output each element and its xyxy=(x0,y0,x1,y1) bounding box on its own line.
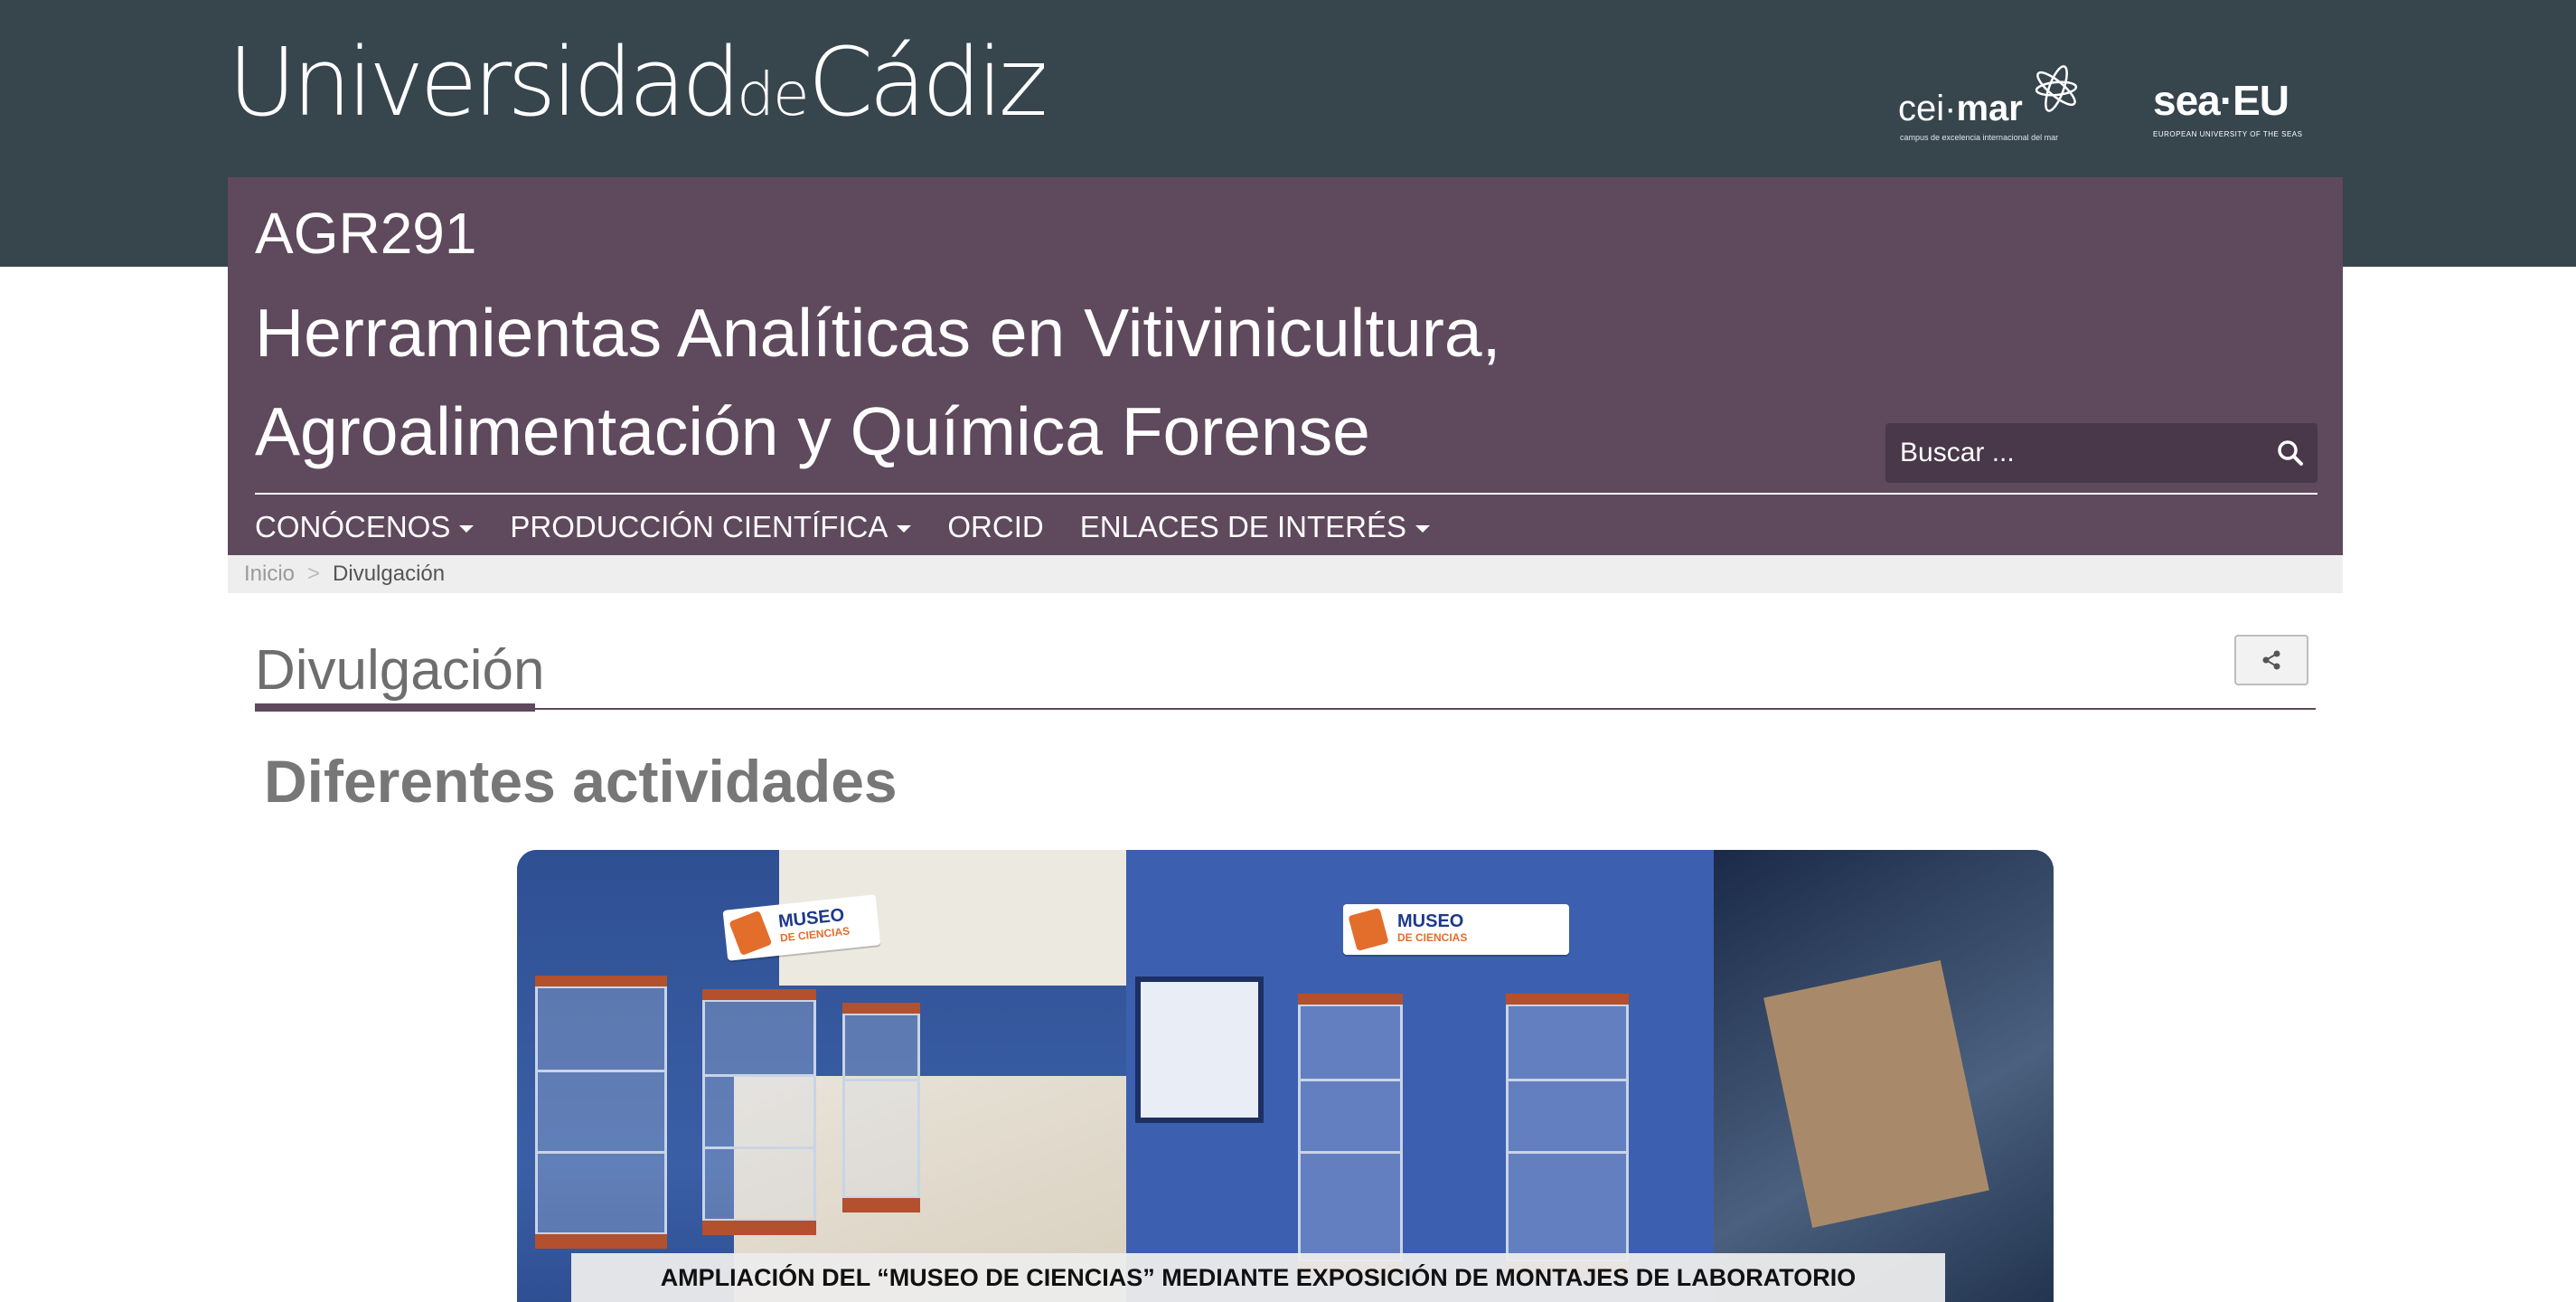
share-button[interactable] xyxy=(2234,635,2308,685)
title-underline xyxy=(255,708,2316,710)
search-box xyxy=(1885,423,2317,483)
nav-item-label: ENLACES DE INTERÉS xyxy=(1079,510,1406,543)
photo-hallway: MUSEO DE CIENCIAS xyxy=(517,850,1126,1302)
nav-item-label: CONÓCENOS xyxy=(255,510,451,543)
nav-item-conocenos[interactable]: CONÓCENOS xyxy=(255,510,475,544)
search-input[interactable] xyxy=(1885,423,2261,483)
sea-eu-logo[interactable]: sea·EU EUROPEAN UNIVERSITY OF THE SEAS xyxy=(2153,80,2307,143)
photo-caption: AMPLIACIÓN DEL “MUSEO DE CIENCIAS” MEDIA… xyxy=(571,1253,1945,1302)
main-navigation: CONÓCENOS PRODUCCIÓN CIENTÍFICA ORCID EN… xyxy=(255,509,1466,545)
starfish-icon xyxy=(2035,65,2078,112)
nav-item-produccion-cientifica[interactable]: PRODUCCIÓN CIENTÍFICA xyxy=(510,510,912,544)
display-cabinet xyxy=(535,976,667,1249)
flask-icon xyxy=(729,910,773,957)
breadcrumb-separator: > xyxy=(307,561,321,586)
caret-down-icon xyxy=(1415,525,1430,533)
nav-item-orcid[interactable]: ORCID xyxy=(947,510,1043,544)
museum-photo: MUSEO DE CIENCIAS MUSEO DE CIENCIAS AMPL… xyxy=(517,850,2054,1302)
research-group-banner: AGR291 Herramientas Analíticas en Vitivi… xyxy=(228,177,2343,555)
display-cabinet xyxy=(842,1003,920,1212)
display-cabinet xyxy=(702,989,816,1235)
ceimar-logo[interactable]: cei·mar campus de excelencia internacion… xyxy=(1898,52,2088,145)
banner-divider xyxy=(255,493,2317,495)
group-code: AGR291 xyxy=(255,201,477,266)
photo-lab-equipment xyxy=(1714,850,2054,1302)
page-title: Divulgación xyxy=(255,639,545,702)
lab-apparatus xyxy=(1763,960,1989,1228)
logo-text-universidad: Universidad xyxy=(228,27,741,137)
sea-eu-wordmark: sea·EU xyxy=(2153,77,2289,124)
group-title-line-2: Agroalimentación y Química Forense xyxy=(255,393,1370,469)
caret-down-icon xyxy=(459,525,475,533)
share-icon xyxy=(2262,650,2280,670)
caret-down-icon xyxy=(897,525,912,533)
ceimar-tagline: campus de excelencia internacional del m… xyxy=(1900,133,2059,142)
nav-item-enlaces-de-interes[interactable]: ENLACES DE INTERÉS xyxy=(1080,510,1430,544)
title-accent-bar xyxy=(255,703,535,712)
museum-sign: MUSEO DE CIENCIAS xyxy=(1343,904,1569,955)
logo-text-cadiz: Cádiz xyxy=(807,27,1048,137)
notice-board xyxy=(1135,976,1264,1123)
photo-exhibit-wall: MUSEO DE CIENCIAS xyxy=(1126,850,1714,1302)
section-heading: Diferentes actividades xyxy=(264,748,898,815)
sea-eu-tagline: EUROPEAN UNIVERSITY OF THE SEAS xyxy=(2153,130,2303,138)
breadcrumb: Inicio > Divulgación xyxy=(228,555,2343,593)
breadcrumb-home-link[interactable]: Inicio xyxy=(244,561,295,587)
search-icon[interactable] xyxy=(2276,439,2305,467)
university-logo[interactable]: UniversidaddeCádiz xyxy=(228,31,1048,134)
flask-icon xyxy=(1348,908,1389,951)
display-cabinet xyxy=(1298,994,1403,1276)
group-title[interactable]: Herramientas Analíticas en Vitivinicultu… xyxy=(255,284,1665,481)
group-title-line-1: Herramientas Analíticas en Vitivinicultu… xyxy=(255,295,1501,371)
nav-item-label: PRODUCCIÓN CIENTÍFICA xyxy=(510,510,888,543)
nav-item-label: ORCID xyxy=(947,510,1044,543)
ceimar-wordmark: cei·mar xyxy=(1898,89,2023,128)
display-cabinet xyxy=(1506,994,1629,1276)
logo-text-de: de xyxy=(737,60,809,129)
breadcrumb-current: Divulgación xyxy=(333,561,446,586)
